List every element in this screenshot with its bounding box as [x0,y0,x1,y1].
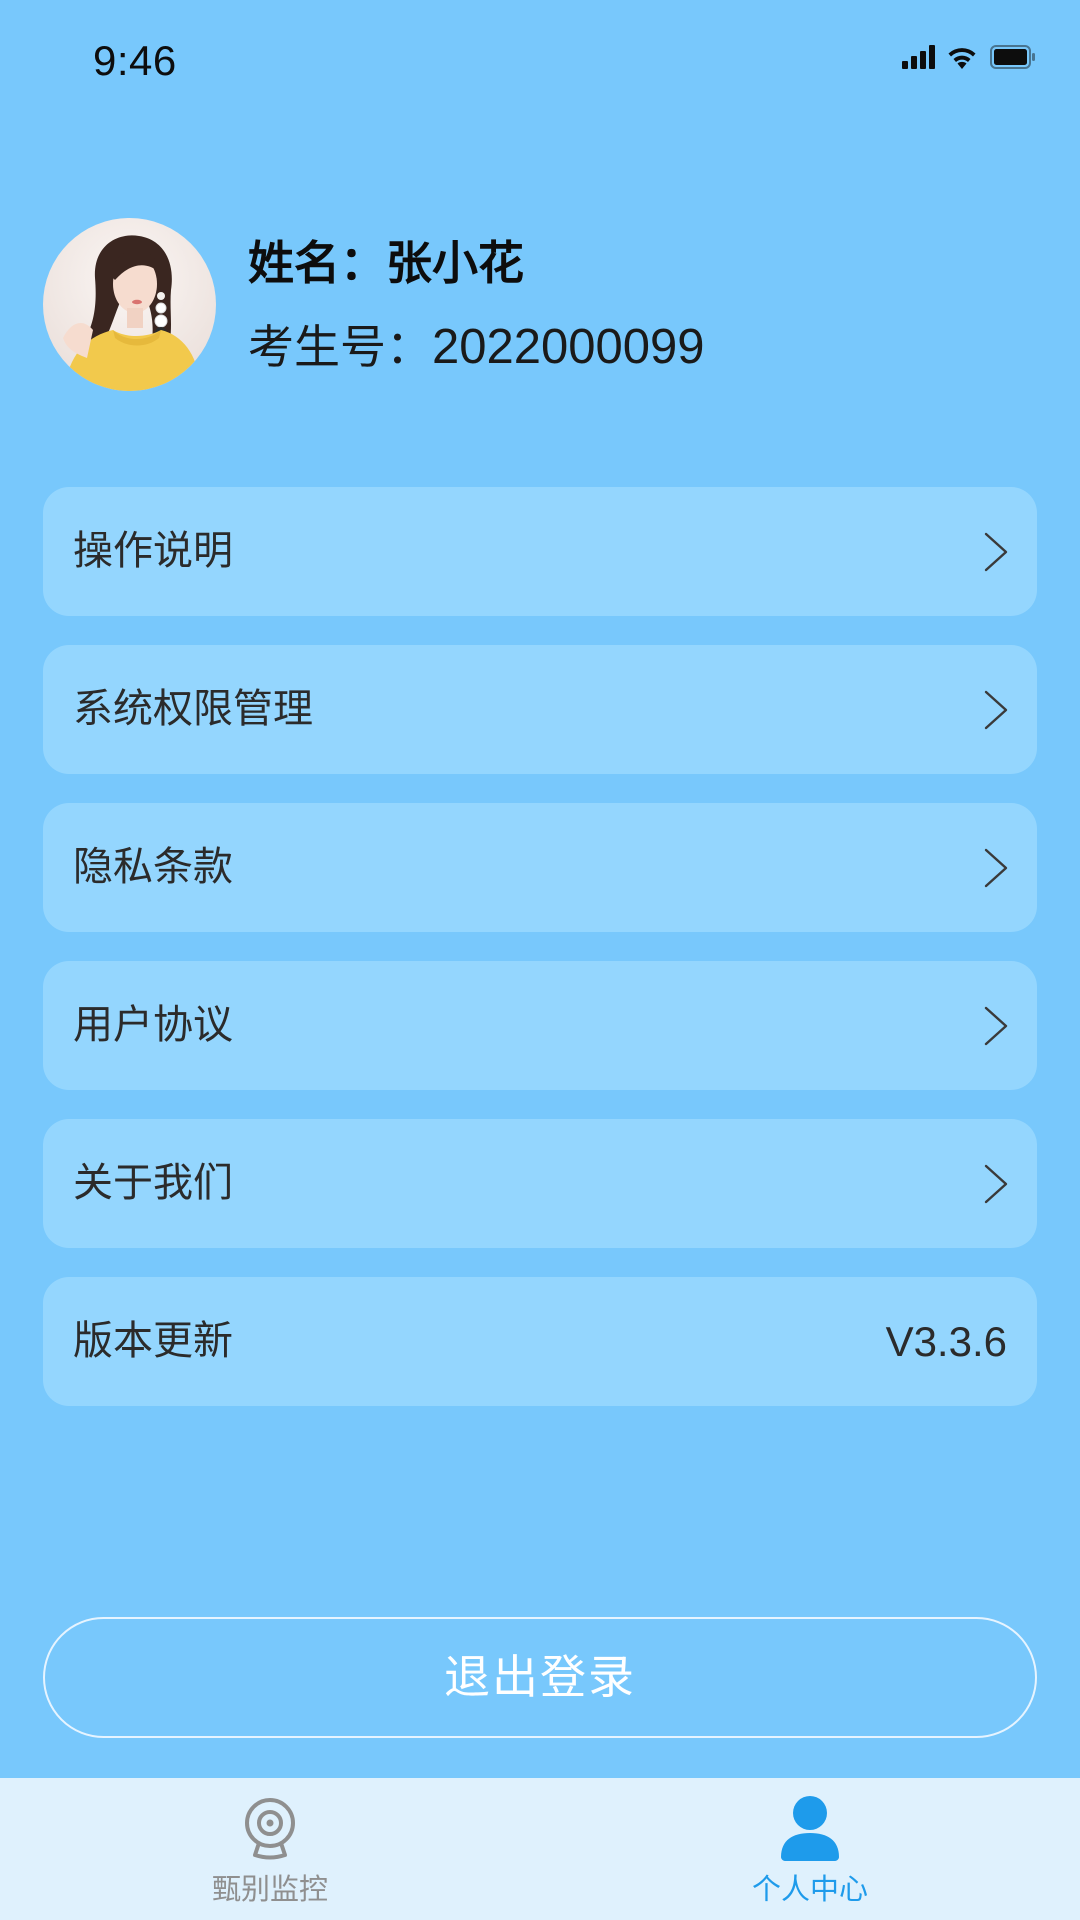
settings-menu: 操作说明 系统权限管理 隐私条款 用户协议 关于我们 版本更新 V3.3.6 [43,487,1037,1435]
battery-icon [990,45,1036,73]
chevron-right-icon [983,847,1009,889]
status-bar: 9:46 [0,0,1080,120]
menu-item-permissions[interactable]: 系统权限管理 [43,645,1037,774]
wifi-icon [946,45,978,73]
menu-item-about-us[interactable]: 关于我们 [43,1119,1037,1248]
profile-exam-id-value: 2022000099 [432,320,705,374]
tab-personal-center[interactable]: 个人中心 [540,1778,1080,1920]
tab-label: 个人中心 [751,1872,868,1906]
profile-name-value: 张小花 [386,236,524,290]
menu-item-user-agreement[interactable]: 用户协议 [43,961,1037,1090]
webcam-icon [235,1793,305,1863]
version-number: V3.3.6 [885,1318,1007,1365]
cellular-signal-icon [902,45,936,73]
menu-item-label: 系统权限管理 [73,686,313,732]
chevron-right-icon [983,531,1009,573]
chevron-right-icon [983,1005,1009,1047]
menu-item-privacy[interactable]: 隐私条款 [43,803,1037,932]
menu-item-label: 版本更新 [73,1318,233,1364]
menu-item-label: 用户协议 [73,1002,233,1048]
menu-item-label: 操作说明 [73,528,233,574]
menu-item-instructions[interactable]: 操作说明 [43,487,1037,616]
tab-label: 甄别监控 [211,1872,328,1906]
profile-name: 姓名：张小花 [248,233,524,293]
menu-item-label: 关于我们 [73,1160,233,1206]
user-icon [775,1793,845,1863]
avatar[interactable] [43,218,216,391]
profile-name-label: 姓名： [248,236,386,290]
profile-exam-id: 考生号：2022000099 [248,317,705,377]
logout-button[interactable]: 退出登录 [43,1617,1037,1738]
status-time: 9:46 [93,37,177,84]
menu-item-version-update[interactable]: 版本更新 V3.3.6 [43,1277,1037,1406]
menu-item-label: 隐私条款 [73,844,233,890]
bottom-tab-bar: 甄别监控 个人中心 [0,1778,1080,1920]
profile-exam-id-label: 考生号： [248,320,432,374]
status-icons [902,44,1036,74]
tab-screening-monitor[interactable]: 甄别监控 [0,1778,540,1920]
chevron-right-icon [983,1163,1009,1205]
chevron-right-icon [983,689,1009,731]
